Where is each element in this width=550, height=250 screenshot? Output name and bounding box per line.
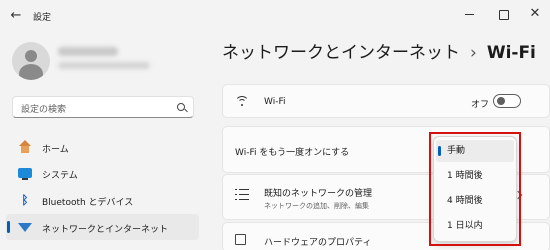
search-input[interactable]: 設定の検索 xyxy=(12,96,194,118)
known-networks-label: 既知のネットワークの管理 xyxy=(264,189,373,199)
toggle-knob xyxy=(497,97,505,105)
sidebar-item-network[interactable]: ネットワークとインターネット xyxy=(6,214,199,240)
highlight-annotation-box xyxy=(429,132,521,246)
bluetooth-icon: ᛒ xyxy=(21,193,29,207)
selection-indicator xyxy=(7,221,10,233)
breadcrumb-parent[interactable]: ネットワークとインターネット xyxy=(222,43,460,63)
app-title: 設定 xyxy=(33,13,52,23)
wifi-turn-on-again-label: Wi-Fi をもう一度オンにする xyxy=(235,148,350,158)
network-icon xyxy=(18,223,32,232)
sidebar-item-home[interactable]: ホーム xyxy=(6,134,199,160)
maximize-button[interactable] xyxy=(493,6,513,22)
search-placeholder: 設定の検索 xyxy=(21,105,67,115)
sidebar-item-label: ネットワークとインターネット xyxy=(42,225,169,235)
home-icon xyxy=(18,140,32,154)
wifi-label: Wi-Fi xyxy=(264,97,286,107)
avatar-head xyxy=(25,50,37,62)
avatar[interactable] xyxy=(12,42,50,80)
hardware-properties-label: ハードウェアのプロパティ xyxy=(264,238,372,248)
sidebar-item-label: Bluetooth とデバイス xyxy=(42,198,134,208)
sidebar-item-bluetooth[interactable]: ᛒ Bluetooth とデバイス xyxy=(6,187,199,213)
wifi-toggle-state: オフ xyxy=(471,100,490,110)
search-icon[interactable] xyxy=(177,103,185,111)
chip-icon xyxy=(235,234,246,245)
known-networks-sub: ネットワークの追加、削除、編集 xyxy=(264,202,369,210)
back-arrow-icon[interactable]: ← xyxy=(8,8,24,24)
wifi-card: Wi-Fi オフ xyxy=(222,84,550,118)
wifi-toggle[interactable] xyxy=(493,94,521,108)
profile-name-blurred xyxy=(58,47,118,56)
sidebar-item-system[interactable]: システム xyxy=(6,160,199,186)
minimize-button[interactable] xyxy=(460,6,480,22)
profile-email-blurred xyxy=(58,62,150,69)
title-bar: ← 設定 ✕ xyxy=(0,0,550,32)
page-title: Wi-Fi xyxy=(486,43,536,63)
close-button[interactable]: ✕ xyxy=(526,5,544,23)
sidebar-item-label: ホーム xyxy=(42,145,69,155)
breadcrumb: ネットワークとインターネット › Wi-Fi xyxy=(222,38,536,63)
system-icon xyxy=(18,168,32,180)
sidebar-item-label: システム xyxy=(42,171,78,181)
wifi-icon xyxy=(235,96,249,108)
breadcrumb-separator-icon: › xyxy=(470,43,477,63)
avatar-body xyxy=(19,64,43,80)
list-icon xyxy=(235,189,249,201)
